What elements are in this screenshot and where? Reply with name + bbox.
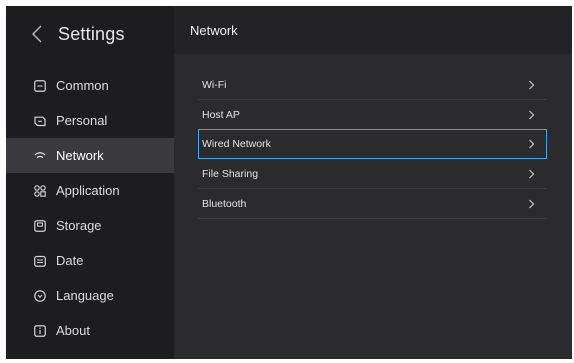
storage-icon [34, 219, 46, 232]
sidebar-item-label: Common [56, 78, 109, 93]
settings-menu: Common Personal Network Application Stor… [6, 62, 174, 348]
globe-icon [34, 289, 46, 302]
list-item-label: Wi-Fi [202, 78, 227, 91]
wifi-icon [34, 151, 46, 158]
sidebar-item-language[interactable]: Language [6, 278, 174, 313]
list-item-label: Wired Network [202, 138, 271, 150]
list-item-host-ap[interactable]: Host AP [198, 100, 547, 130]
square-icon [34, 79, 46, 92]
sidebar-item-label: Language [56, 288, 114, 303]
list-item-label: Bluetooth [202, 197, 247, 210]
sidebar-item-date[interactable]: Date [6, 243, 174, 278]
sidebar-title: Settings [58, 23, 125, 44]
list-item-file-sharing[interactable]: File Sharing [198, 159, 547, 189]
list-item-wifi[interactable]: Wi-Fi [198, 70, 547, 100]
sidebar: Settings Common Personal Network Applica… [6, 6, 174, 359]
chevron-right-icon [529, 80, 535, 89]
list-item-bluetooth[interactable]: Bluetooth [198, 189, 547, 219]
sidebar-header: Settings [6, 6, 174, 62]
settings-screen: Settings Common Personal Network Applica… [6, 6, 572, 359]
chevron-right-icon [529, 139, 535, 149]
network-options-list: Wi-Fi Host AP Wired Network File Sharing [198, 70, 547, 219]
grid-icon [34, 184, 46, 197]
sidebar-item-label: Date [56, 253, 84, 268]
sidebar-item-label: Personal [56, 113, 108, 128]
sidebar-item-network[interactable]: Network [6, 138, 174, 173]
info-icon [34, 324, 46, 337]
list-item-label: Host AP [202, 108, 240, 121]
sidebar-item-storage[interactable]: Storage [6, 208, 174, 243]
chevron-right-icon [529, 169, 535, 178]
page-title-bar: Network [174, 6, 572, 54]
page-title: Network [190, 22, 238, 38]
sidebar-item-application[interactable]: Application [6, 173, 174, 208]
sidebar-item-about[interactable]: About [6, 313, 174, 348]
sidebar-item-label: About [56, 323, 90, 338]
sidebar-item-common[interactable]: Common [6, 68, 174, 103]
sidebar-item-label: Application [56, 183, 120, 198]
chevron-left-icon[interactable] [30, 24, 44, 44]
personal-icon [34, 116, 46, 126]
chevron-right-icon [529, 110, 535, 119]
sidebar-item-label: Storage [56, 218, 102, 233]
network-settings-panel: Wi-Fi Host AP Wired Network File Sharing [174, 54, 572, 359]
list-item-label: File Sharing [202, 167, 259, 180]
calendar-icon [34, 255, 46, 267]
list-item-wired-network[interactable]: Wired Network [198, 129, 547, 159]
sidebar-item-personal[interactable]: Personal [6, 103, 174, 138]
sidebar-item-label: Network [56, 148, 104, 163]
chevron-right-icon [529, 199, 535, 208]
